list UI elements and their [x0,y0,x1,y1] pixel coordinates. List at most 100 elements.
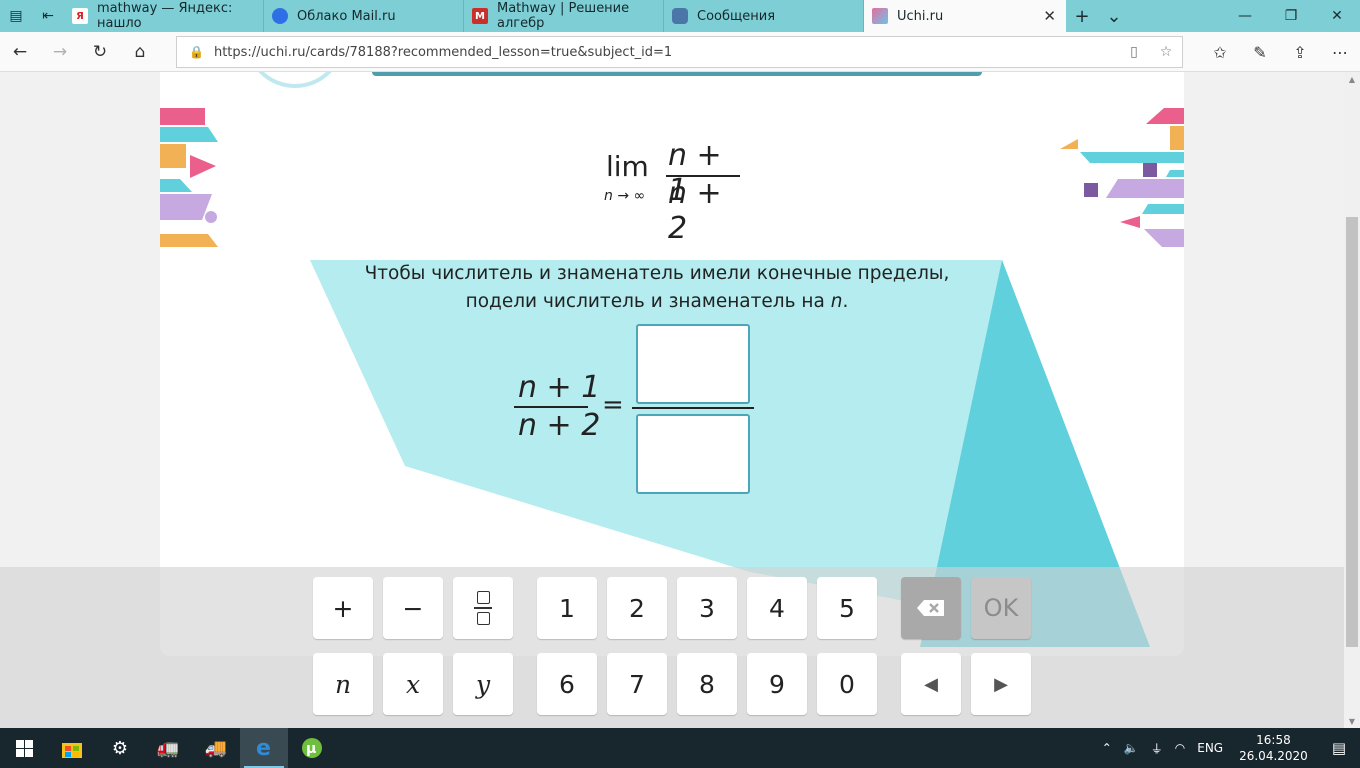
eq-denominator: n + 2 [518,408,601,443]
close-window-icon[interactable]: ✕ [1314,0,1360,32]
tab-yandex[interactable]: Я mathway — Яндекс: нашло [64,0,264,32]
language-indicator[interactable]: ENG [1191,741,1229,755]
key-0[interactable]: 0 [817,653,877,715]
minimize-icon[interactable]: — [1222,0,1268,32]
tab-title: mathway — Яндекс: нашло [97,1,233,31]
address-bar[interactable]: 🔒 https://uchi.ru/cards/78188?recommende… [176,36,1183,68]
tab-bar: ▤ ⇤ Я mathway — Яндекс: нашло Облако Mai… [0,0,1360,32]
favorites-icon[interactable]: ✩ [1200,32,1240,72]
key-7[interactable]: 7 [607,653,667,715]
uchi-icon [872,8,888,24]
key-6[interactable]: 6 [537,653,597,715]
key-3[interactable]: 3 [677,577,737,639]
system-tray: ⌃ 🔈 ⏚ ◠ ENG 16:58 26.04.2020 ▤ [1096,732,1360,764]
edge-browser-icon[interactable]: e [240,728,288,768]
address-toolbar: ← → ↻ ⌂ 🔒 https://uchi.ru/cards/78188?re… [0,32,1360,72]
new-tab-icon[interactable]: + [1066,0,1098,32]
favorite-star-icon[interactable]: ☆ [1150,44,1182,60]
key-ok[interactable]: OK [971,577,1031,639]
key-cursor-left[interactable]: ◀ [901,653,961,715]
tab-title: Mathway | Решение алгебр [497,1,630,31]
lock-icon: 🔒 [189,45,204,59]
share-icon[interactable]: ⇪ [1280,32,1320,72]
scroll-up-icon[interactable]: ▲ [1344,72,1360,86]
scroll-down-icon[interactable]: ▼ [1344,714,1360,728]
key-9[interactable]: 9 [747,653,807,715]
utorrent-icon[interactable]: µ [288,728,336,768]
key-x[interactable]: x [383,653,443,715]
more-icon[interactable]: ⋯ [1320,32,1360,72]
key-2[interactable]: 2 [607,577,667,639]
store-icon[interactable] [48,728,96,768]
page-scrollbar[interactable]: ▲ ▼ [1344,72,1360,728]
answer-equation: n + 1 n + 2 = [514,324,764,494]
notifications-icon[interactable]: ▤ [1318,739,1360,757]
key-fraction[interactable] [453,577,513,639]
pen-icon[interactable]: ✎ [1240,32,1280,72]
tab-mail-cloud[interactable]: Облако Mail.ru [264,0,464,32]
truck-game-icon[interactable]: 🚛 [144,728,192,768]
clock-time: 16:58 [1256,733,1291,747]
tab-manager-icon[interactable]: ▤ [0,0,32,32]
tab-messages[interactable]: Сообщения [664,0,864,32]
windows-taskbar: ⚙ 🚛 🚚 e µ ⌃ 🔈 ⏚ ◠ ENG 16:58 26.04.2020 ▤ [0,728,1360,768]
backspace-icon [917,600,944,616]
eq-numerator: n + 1 [518,370,601,405]
answer-numerator-input[interactable] [636,324,750,404]
chat-icon [672,8,688,24]
tray-chevron-up-icon[interactable]: ⌃ [1096,741,1118,755]
key-5[interactable]: 5 [817,577,877,639]
tab-title: Облако Mail.ru [297,8,396,24]
clock[interactable]: 16:58 26.04.2020 [1229,732,1318,764]
settings-gear-icon[interactable]: ⚙ [96,728,144,768]
back-icon[interactable]: ← [0,32,40,72]
hint-variable: n [830,291,843,312]
close-tab-icon[interactable]: ✕ [1043,7,1056,25]
key-8[interactable]: 8 [677,653,737,715]
key-cursor-right[interactable]: ▶ [971,653,1031,715]
tab-title: Сообщения [697,8,776,24]
volume-icon[interactable]: 🔈 [1118,741,1145,755]
edge-logo-icon: e [256,737,271,759]
scroll-thumb[interactable] [1346,217,1358,647]
yandex-icon: Я [72,8,88,24]
fraction-icon [474,591,492,625]
tab-uchi[interactable]: Uchi.ru ✕ [864,0,1066,32]
windows-logo-icon [15,739,33,757]
truck-app-icon[interactable]: 🚚 [192,728,240,768]
wifi-icon[interactable]: ◠ [1169,741,1191,755]
set-aside-tabs-icon[interactable]: ⇤ [32,0,64,32]
hint-period: . [842,291,849,312]
key-1[interactable]: 1 [537,577,597,639]
key-minus[interactable]: − [383,577,443,639]
key-backspace[interactable] [901,577,961,639]
key-y[interactable]: y [453,653,513,715]
store-bag-icon [62,743,82,758]
cloud-icon [272,8,288,24]
reading-view-icon[interactable]: ▯ [1118,44,1150,60]
windows-start-icon[interactable] [0,728,48,768]
utorrent-logo-icon: µ [302,738,322,758]
restore-icon[interactable]: ❐ [1268,0,1314,32]
answer-denominator-input[interactable] [636,414,750,494]
mathway-icon: M [472,8,488,24]
tab-mathway[interactable]: M Mathway | Решение алгебр [464,0,664,32]
refresh-icon[interactable]: ↻ [80,32,120,72]
svg-text:µ: µ [306,741,316,757]
math-keypad: + − 1 2 3 4 5 OK n x y 6 7 8 9 0 ◀ ▶ [0,567,1344,728]
url-text: https://uchi.ru/cards/78188?recommended_… [213,44,673,60]
answer-fraction-line [632,407,754,409]
tab-title: Uchi.ru [897,8,944,24]
hint-line-1: Чтобы числитель и знаменатель имели коне… [364,263,950,284]
power-plug-icon[interactable]: ⏚ [1145,740,1169,757]
home-icon[interactable]: ⌂ [120,32,160,72]
svg-text:e: e [256,737,271,759]
key-plus[interactable]: + [313,577,373,639]
clock-date: 26.04.2020 [1239,749,1308,763]
hint-line-2: подели числитель и знаменатель на [465,291,831,312]
forward-icon[interactable]: → [40,32,80,72]
equals-sign: = [602,390,624,420]
key-4[interactable]: 4 [747,577,807,639]
chevron-down-icon[interactable]: ⌄ [1098,0,1130,32]
key-n[interactable]: n [313,653,373,715]
